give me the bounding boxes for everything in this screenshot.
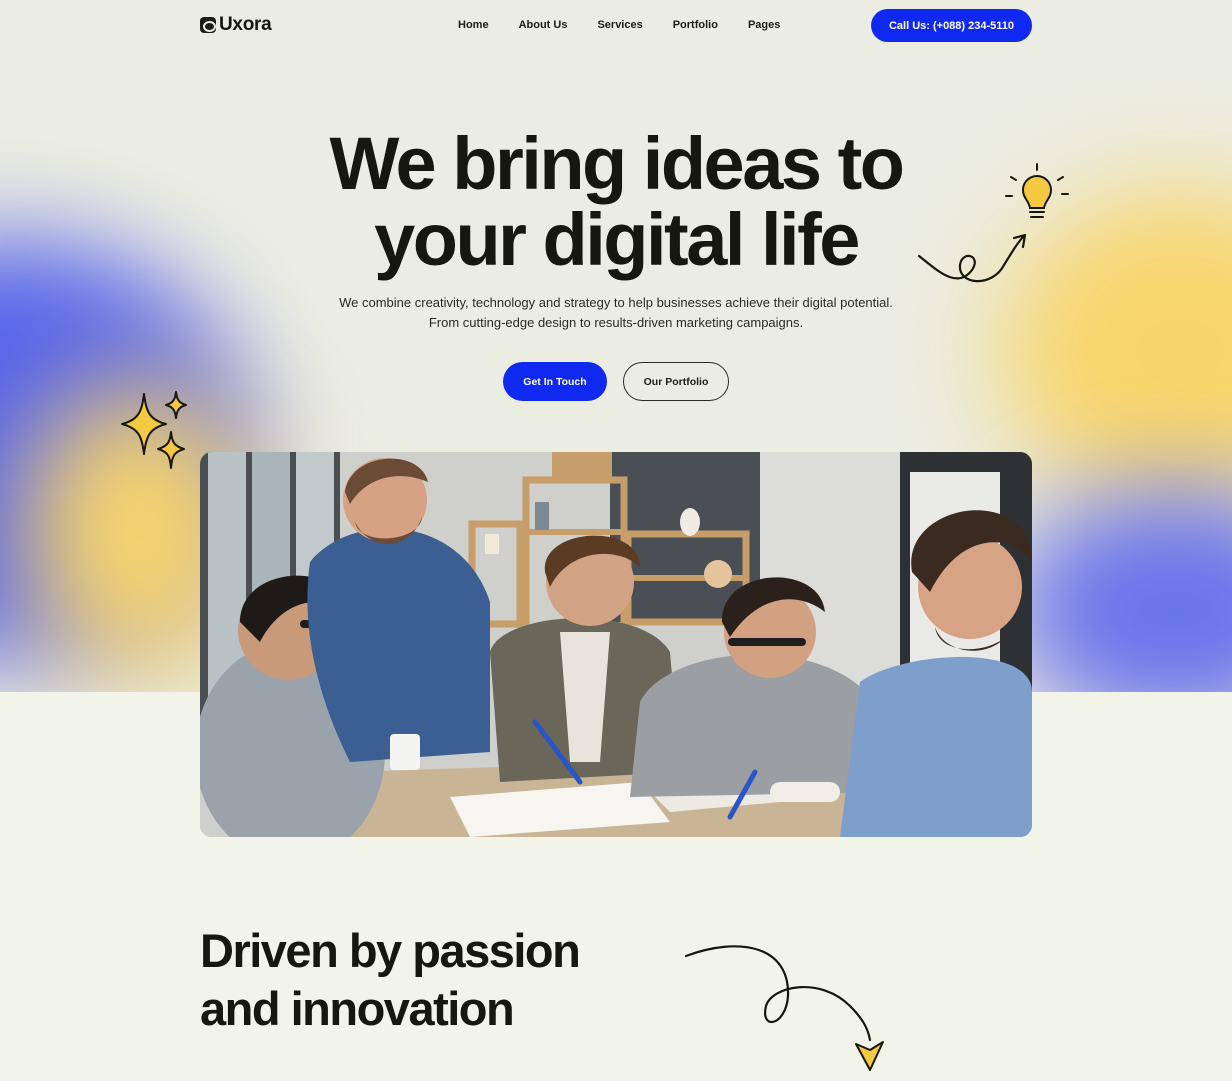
gradient-blob-blue-right [1010,490,1232,692]
nav-link-home[interactable]: Home [458,19,489,31]
lightbulb-icon [1005,163,1069,218]
nav-link-about-us[interactable]: About Us [519,19,568,31]
hero-subtitle: We combine creativity, technology and st… [216,293,1016,333]
hero-headline: We bring ideas to your digital life [216,126,1016,278]
top-navigation: Uxora Home About Us Services Portfolio P… [0,0,1232,52]
curved-arrow-doodle [684,945,884,1071]
brand-name: Uxora [219,14,272,35]
section-title-line-1: Driven by passion [200,924,581,977]
call-us-button[interactable]: Call Us: (+088) 234-5110 [871,9,1032,42]
our-portfolio-button[interactable]: Our Portfolio [623,362,729,401]
hero-headline-line-2: your digital life [374,198,860,281]
team-photo-illustration [200,452,1032,837]
uxora-logo-icon [200,17,216,33]
get-in-touch-button[interactable]: Get In Touch [503,362,607,401]
squiggle-arrow [917,234,1026,283]
main-menu: Home About Us Services Portfolio Pages [458,19,780,31]
hero-headline-line-1: We bring ideas to [329,122,905,205]
nav-link-services[interactable]: Services [597,19,642,31]
brand-logo[interactable]: Uxora [200,14,272,36]
hero-subtitle-line-1: We combine creativity, technology and st… [339,295,893,310]
sparkles-icon [121,391,187,469]
nav-link-portfolio[interactable]: Portfolio [673,19,718,31]
team-photo [200,452,1032,837]
section-title: Driven by passion and innovation [200,922,660,1038]
nav-link-pages[interactable]: Pages [748,19,780,31]
section-title-line-2: and innovation [200,982,515,1035]
hero-subtitle-line-2: From cutting-edge design to results-driv… [428,315,804,330]
lightbulb-arrow-doodle [917,163,1069,283]
